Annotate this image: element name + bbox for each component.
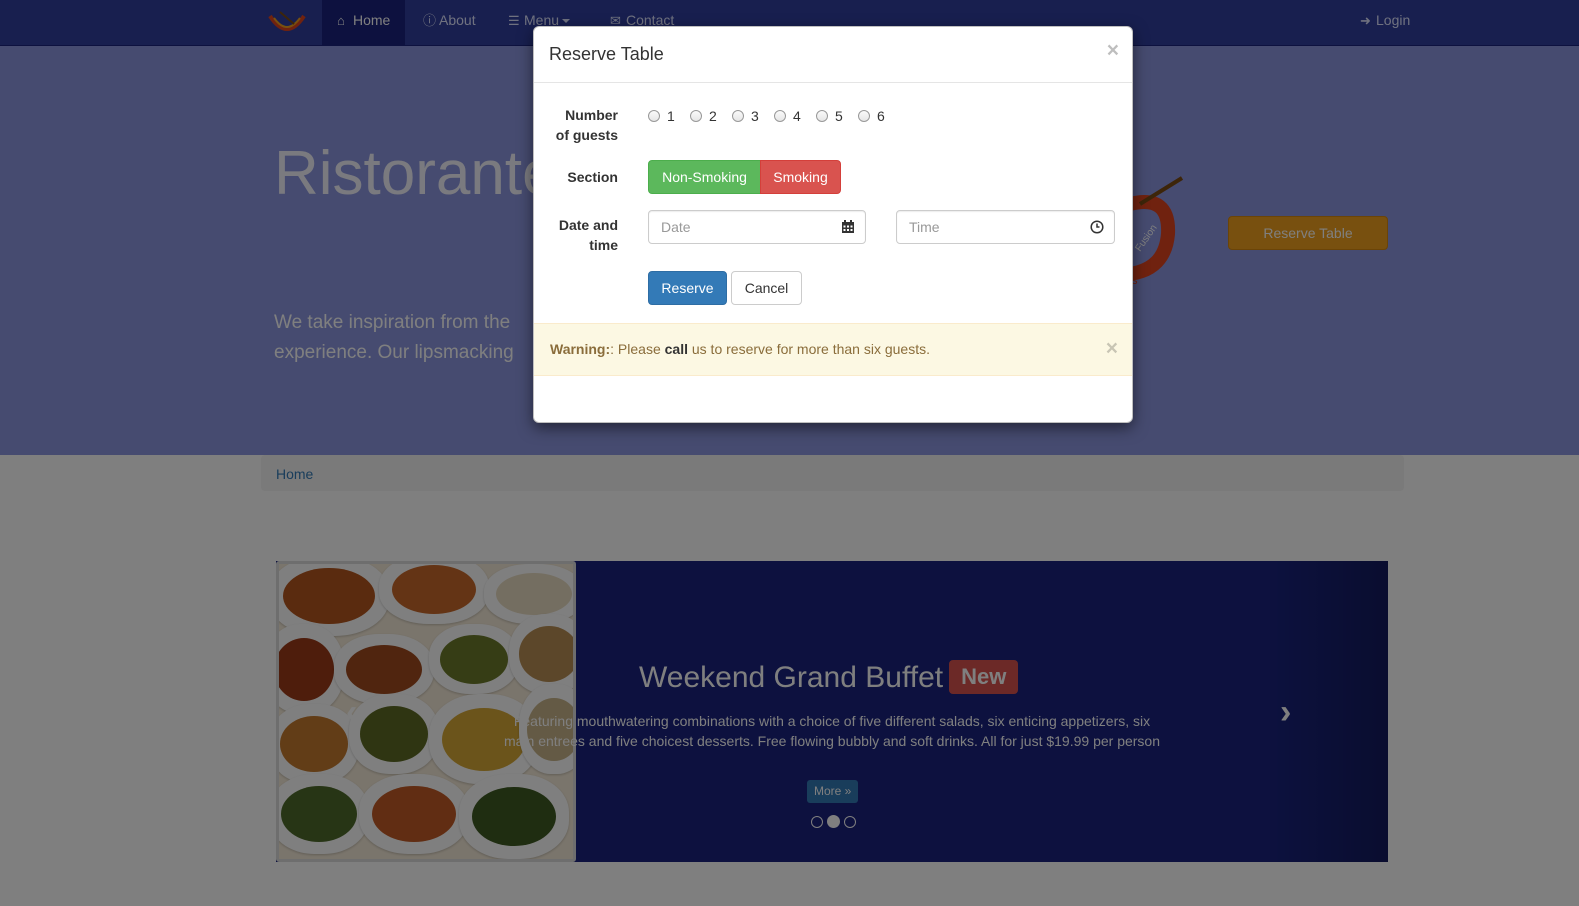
warning-alert: Warning:: Please call us to reserve for … bbox=[534, 323, 1132, 376]
guests-radio-5[interactable]: 5 bbox=[816, 106, 843, 126]
smoking-button[interactable]: Smoking bbox=[760, 160, 841, 194]
cancel-button[interactable]: Cancel bbox=[731, 271, 802, 305]
section-label: Section bbox=[567, 169, 618, 185]
calendar-icon bbox=[842, 220, 854, 233]
alert-message: Warning:: Please call us to reserve for … bbox=[550, 341, 930, 357]
reserve-table-modal: Reserve Table × Number of guests 1 2 3 4… bbox=[533, 26, 1133, 423]
radio-button[interactable] bbox=[816, 110, 828, 122]
modal-title: Reserve Table bbox=[549, 44, 664, 64]
guests-radio-1[interactable]: 1 bbox=[648, 106, 675, 126]
guests-label: Number of guests bbox=[555, 107, 618, 143]
time-input[interactable]: Time bbox=[896, 210, 1115, 244]
date-input[interactable]: Date bbox=[648, 210, 866, 244]
clock-icon bbox=[1090, 220, 1104, 234]
alert-close-button[interactable]: × bbox=[1106, 338, 1118, 359]
guests-radio-6[interactable]: 6 bbox=[858, 106, 885, 126]
radio-button[interactable] bbox=[690, 110, 702, 122]
radio-button[interactable] bbox=[774, 110, 786, 122]
guests-radio-3[interactable]: 3 bbox=[732, 106, 759, 126]
modal-close-button[interactable]: × bbox=[1107, 40, 1119, 61]
radio-button[interactable] bbox=[858, 110, 870, 122]
datetime-label: Date and time bbox=[558, 217, 618, 253]
reserve-button[interactable]: Reserve bbox=[648, 271, 727, 305]
guests-radio-4[interactable]: 4 bbox=[774, 106, 801, 126]
non-smoking-button[interactable]: Non-Smoking bbox=[648, 160, 761, 194]
radio-button[interactable] bbox=[648, 110, 660, 122]
modal-header: Reserve Table × bbox=[534, 27, 1132, 83]
guests-radio-2[interactable]: 2 bbox=[690, 106, 717, 126]
radio-button[interactable] bbox=[732, 110, 744, 122]
